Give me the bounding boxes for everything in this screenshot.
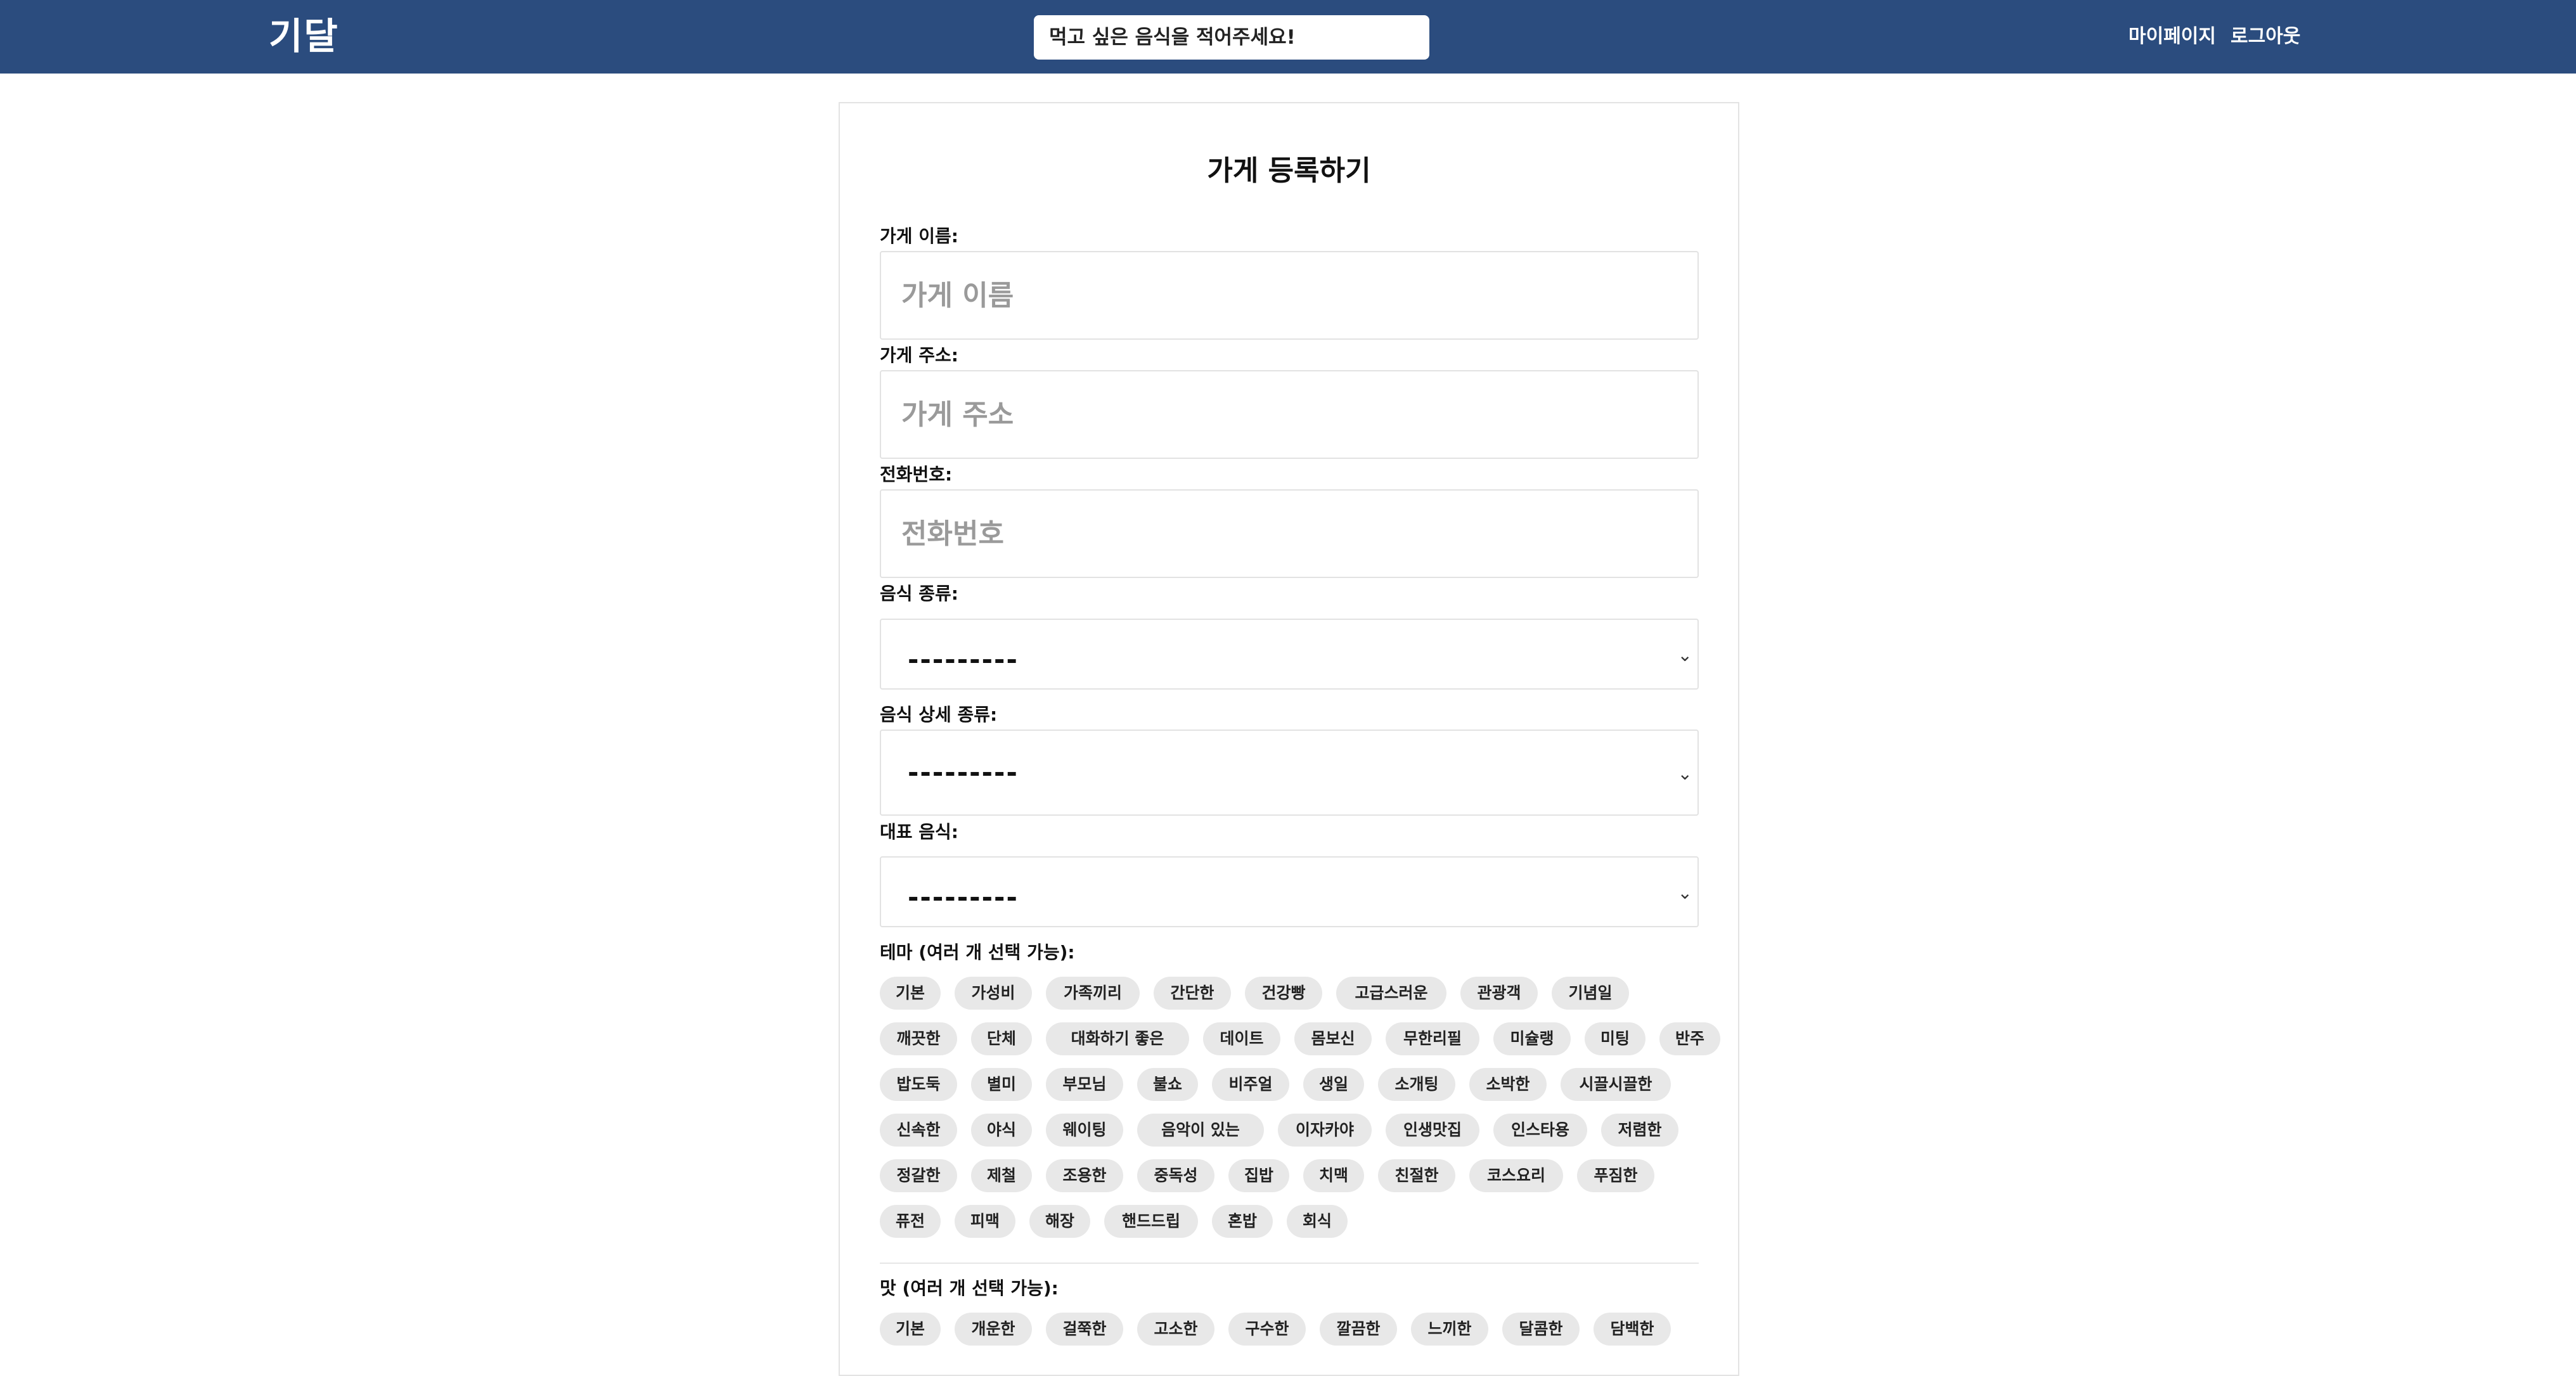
theme-chip[interactable]: 데이트 — [1203, 1022, 1280, 1055]
food-category-value: --------- — [908, 644, 1019, 675]
theme-chip[interactable]: 몸보신 — [1294, 1022, 1372, 1055]
theme-chip[interactable]: 가족끼리 — [1046, 977, 1140, 1010]
theme-chip[interactable]: 가성비 — [955, 977, 1032, 1010]
theme-chip[interactable]: 대화하기 좋은 — [1046, 1022, 1189, 1055]
phone-input[interactable] — [881, 491, 1697, 577]
theme-chip[interactable]: 푸짐한 — [1577, 1159, 1654, 1192]
main-food-value: --------- — [908, 882, 1019, 913]
taste-chip[interactable]: 개운한 — [955, 1313, 1032, 1346]
store-address-input[interactable] — [881, 371, 1697, 458]
theme-chip[interactable]: 해장 — [1029, 1205, 1090, 1238]
theme-chip[interactable]: 건강빵 — [1245, 977, 1322, 1010]
theme-chip[interactable]: 기념일 — [1552, 977, 1629, 1010]
theme-chip[interactable]: 정갈한 — [880, 1159, 957, 1192]
taste-label: 맛 (여러 개 선택 가능): — [880, 1278, 1059, 1299]
theme-chip[interactable]: 소박한 — [1469, 1068, 1547, 1101]
theme-chip[interactable]: 생일 — [1303, 1068, 1364, 1101]
chevron-down-icon: ⌄ — [1677, 645, 1692, 665]
theme-label: 테마 (여러 개 선택 가능): — [880, 942, 1075, 963]
theme-chip[interactable]: 시끌시끌한 — [1561, 1068, 1671, 1101]
theme-chip[interactable]: 인스타용 — [1493, 1114, 1587, 1147]
theme-chip[interactable]: 친절한 — [1378, 1159, 1455, 1192]
theme-chip[interactable]: 부모님 — [1046, 1068, 1123, 1101]
food-subcategory-label: 음식 상세 종류: — [880, 704, 998, 725]
theme-chip[interactable]: 무한리필 — [1386, 1022, 1479, 1055]
section-divider — [880, 1263, 1699, 1264]
theme-chip[interactable]: 혼밥 — [1212, 1205, 1273, 1238]
theme-chip[interactable]: 피맥 — [955, 1205, 1015, 1238]
food-subcategory-select[interactable]: --------- ⌄ — [880, 730, 1699, 816]
theme-chip[interactable]: 깨끗한 — [880, 1022, 957, 1055]
phone-field — [880, 489, 1699, 578]
theme-chip[interactable]: 제철 — [971, 1159, 1032, 1192]
theme-chip[interactable]: 중독성 — [1137, 1159, 1214, 1192]
store-address-field — [880, 370, 1699, 459]
store-register-form: 가게 등록하기 가게 이름: 가게 주소: 전화번호: 음식 종류: -----… — [839, 102, 1739, 1376]
store-name-label: 가게 이름: — [880, 226, 958, 247]
theme-chip[interactable]: 미팅 — [1585, 1022, 1645, 1055]
theme-chip[interactable]: 저렴한 — [1601, 1114, 1678, 1147]
top-navbar: 기달 마이페이지 로그아웃 — [0, 0, 2576, 74]
theme-chip[interactable]: 관광객 — [1460, 977, 1538, 1010]
theme-chip[interactable]: 코스요리 — [1469, 1159, 1563, 1192]
theme-chip[interactable]: 고급스러운 — [1336, 977, 1446, 1010]
theme-chip[interactable]: 야식 — [971, 1114, 1032, 1147]
theme-chip[interactable]: 미슐랭 — [1493, 1022, 1571, 1055]
theme-chip[interactable]: 간단한 — [1154, 977, 1231, 1010]
theme-chip[interactable]: 조용한 — [1046, 1159, 1123, 1192]
theme-chip[interactable]: 단체 — [971, 1022, 1032, 1055]
food-category-select[interactable]: --------- ⌄ — [880, 619, 1699, 690]
mypage-link[interactable]: 마이페이지 — [2128, 19, 2216, 55]
food-subcategory-value: --------- — [908, 757, 1019, 788]
taste-chip[interactable]: 담백한 — [1594, 1313, 1671, 1346]
taste-chip[interactable]: 깔끔한 — [1320, 1313, 1397, 1346]
theme-chip[interactable]: 비주얼 — [1212, 1068, 1289, 1101]
theme-chip[interactable]: 별미 — [971, 1068, 1032, 1101]
main-food-select[interactable]: --------- ⌄ — [880, 856, 1699, 927]
theme-chip[interactable]: 회식 — [1287, 1205, 1348, 1238]
theme-chip[interactable]: 불쇼 — [1137, 1068, 1198, 1101]
theme-chip[interactable]: 치맥 — [1303, 1159, 1364, 1192]
search-input[interactable] — [1034, 15, 1429, 60]
site-logo[interactable]: 기달 — [269, 8, 339, 65]
theme-chip[interactable]: 밥도둑 — [880, 1068, 957, 1101]
store-address-label: 가게 주소: — [880, 345, 958, 366]
theme-chip[interactable]: 반주 — [1659, 1022, 1720, 1055]
chevron-down-icon: ⌄ — [1677, 882, 1692, 903]
theme-chip[interactable]: 이자카야 — [1278, 1114, 1372, 1147]
theme-chip[interactable]: 인생맛집 — [1386, 1114, 1479, 1147]
page-title: 가게 등록하기 — [1207, 155, 1371, 187]
main-food-label: 대표 음식: — [880, 821, 958, 842]
phone-label: 전화번호: — [880, 464, 953, 485]
chevron-down-icon: ⌄ — [1677, 763, 1692, 784]
theme-chip[interactable]: 퓨전 — [880, 1205, 941, 1238]
taste-chip[interactable]: 구수한 — [1228, 1313, 1306, 1346]
theme-chip[interactable]: 음악이 있는 — [1137, 1114, 1264, 1147]
theme-chip[interactable]: 핸드드립 — [1104, 1205, 1198, 1238]
store-name-field — [880, 251, 1699, 340]
food-category-label: 음식 종류: — [880, 583, 958, 604]
theme-chip[interactable]: 집밥 — [1228, 1159, 1289, 1192]
taste-chip[interactable]: 기본 — [880, 1313, 941, 1346]
theme-chip[interactable]: 소개팅 — [1378, 1068, 1455, 1101]
logout-link[interactable]: 로그아웃 — [2231, 19, 2300, 55]
taste-chip[interactable]: 느끼한 — [1411, 1313, 1488, 1346]
taste-chip[interactable]: 걸쭉한 — [1046, 1313, 1123, 1346]
theme-chip[interactable]: 기본 — [880, 977, 941, 1010]
taste-chip[interactable]: 고소한 — [1137, 1313, 1214, 1346]
theme-chip[interactable]: 신속한 — [880, 1114, 957, 1147]
theme-chip[interactable]: 웨이팅 — [1046, 1114, 1123, 1147]
store-name-input[interactable] — [881, 252, 1697, 338]
taste-chip[interactable]: 달콤한 — [1502, 1313, 1580, 1346]
